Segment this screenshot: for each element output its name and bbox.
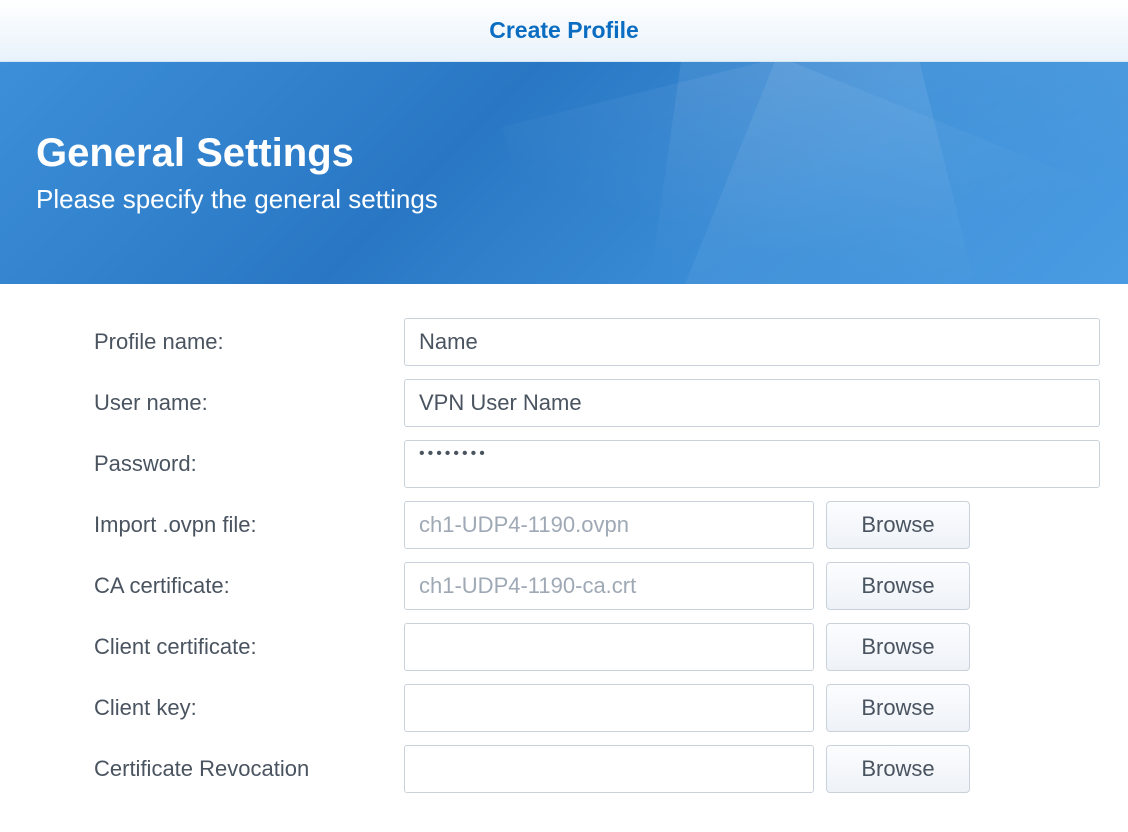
browse-client-cert-button[interactable]: Browse: [826, 623, 970, 671]
label-user-name: User name:: [94, 390, 404, 416]
label-crl: Certificate Revocation: [94, 756, 404, 782]
form-area: Profile name: User name: Password: •••••…: [0, 284, 1128, 793]
browse-ca-cert-button[interactable]: Browse: [826, 562, 970, 610]
row-ca-cert: CA certificate: Browse: [94, 562, 1100, 610]
page-title: Create Profile: [489, 17, 639, 44]
banner: General Settings Please specify the gene…: [0, 62, 1128, 284]
ovpn-file-input[interactable]: [404, 501, 814, 549]
titlebar: Create Profile: [0, 0, 1128, 62]
password-input[interactable]: ••••••••: [404, 440, 1100, 488]
label-ovpn: Import .ovpn file:: [94, 512, 404, 538]
client-key-input[interactable]: [404, 684, 814, 732]
label-ca-cert: CA certificate:: [94, 573, 404, 599]
row-client-cert: Client certificate: Browse: [94, 623, 1100, 671]
browse-ovpn-button[interactable]: Browse: [826, 501, 970, 549]
label-client-cert: Client certificate:: [94, 634, 404, 660]
row-profile-name: Profile name:: [94, 318, 1100, 366]
row-crl: Certificate Revocation Browse: [94, 745, 1100, 793]
banner-subtitle: Please specify the general settings: [36, 184, 1128, 215]
row-password: Password: ••••••••: [94, 440, 1100, 488]
browse-crl-button[interactable]: Browse: [826, 745, 970, 793]
row-ovpn: Import .ovpn file: Browse: [94, 501, 1100, 549]
ca-cert-input[interactable]: [404, 562, 814, 610]
client-cert-input[interactable]: [404, 623, 814, 671]
label-profile-name: Profile name:: [94, 329, 404, 355]
banner-title: General Settings: [36, 131, 1128, 176]
row-user-name: User name:: [94, 379, 1100, 427]
label-password: Password:: [94, 451, 404, 477]
label-client-key: Client key:: [94, 695, 404, 721]
row-client-key: Client key: Browse: [94, 684, 1100, 732]
profile-name-input[interactable]: [404, 318, 1100, 366]
crl-input[interactable]: [404, 745, 814, 793]
browse-client-key-button[interactable]: Browse: [826, 684, 970, 732]
user-name-input[interactable]: [404, 379, 1100, 427]
